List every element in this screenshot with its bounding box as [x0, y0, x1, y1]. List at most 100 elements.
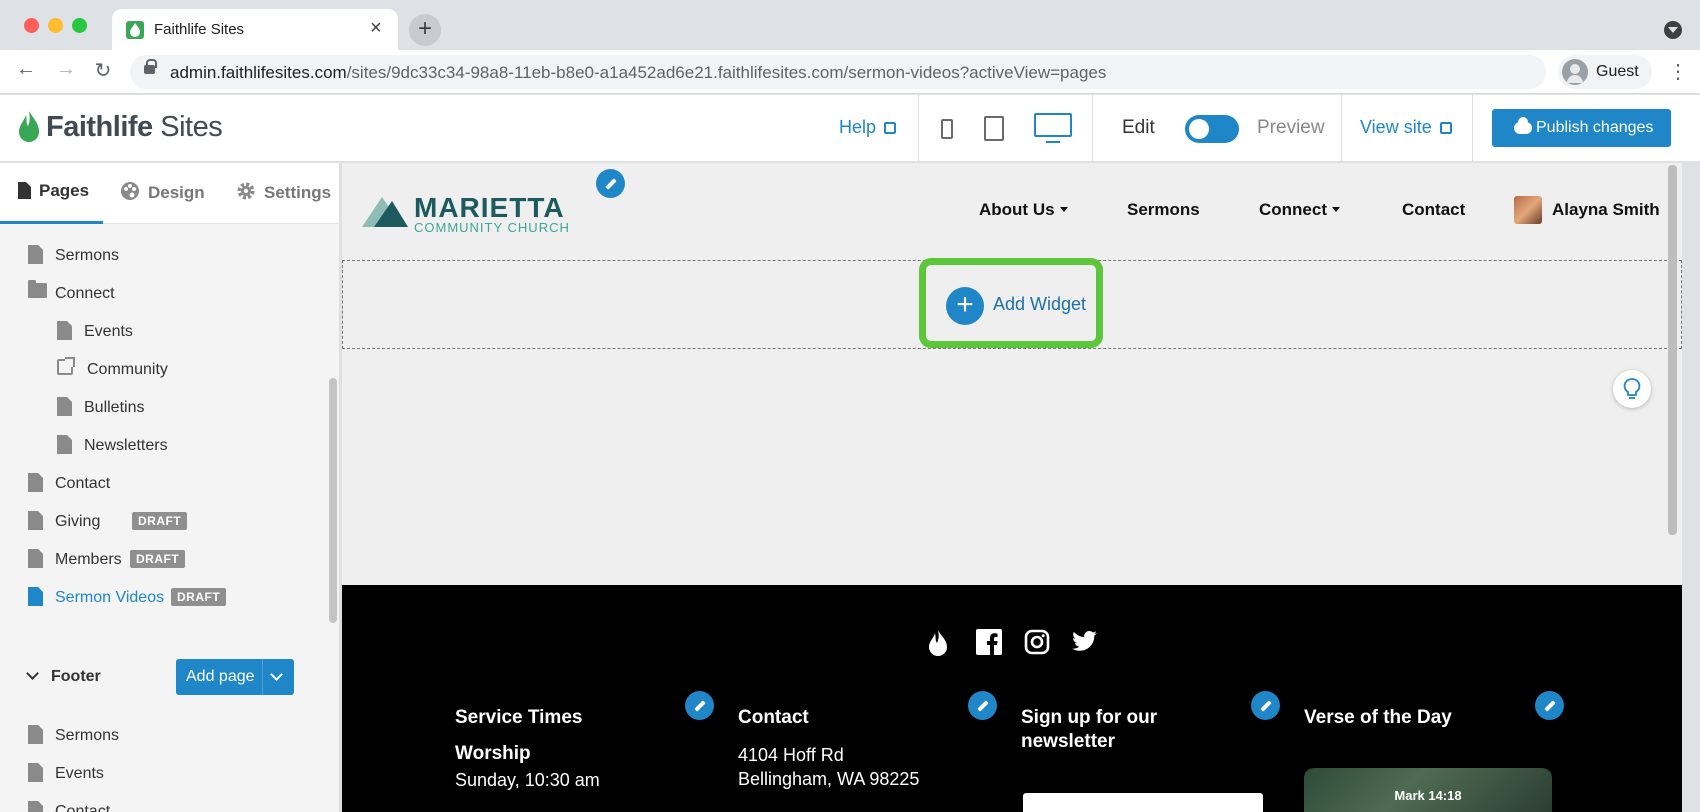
verse-reference: Mark 14:18	[1394, 788, 1462, 803]
newsletter-email-input[interactable]	[1023, 793, 1263, 812]
page-item-label: Contact	[55, 803, 111, 812]
app-header: Faithlife Sites Help Edit Preview View s…	[0, 95, 1700, 162]
page-item-sermon-videos[interactable]: Sermon Videos DRAFT	[28, 585, 258, 611]
external-link-icon	[57, 357, 75, 375]
minimize-window-button[interactable]	[48, 18, 63, 33]
desktop-preview-icon[interactable]	[1034, 113, 1072, 143]
help-link[interactable]: Help	[839, 117, 897, 138]
logo-light-text: Sites	[152, 111, 223, 143]
nav-item-sermons[interactable]: Sermons	[1127, 200, 1200, 220]
faithlife-logo-icon	[19, 111, 39, 142]
tab-pages[interactable]: Pages	[18, 181, 89, 201]
page-item-label: Events	[55, 765, 104, 782]
instagram-icon[interactable]	[1024, 629, 1050, 655]
edit-header-pencil-icon[interactable]	[596, 169, 625, 198]
tab-design[interactable]: Design	[120, 181, 205, 203]
url-host: admin.faithlifesites.com	[170, 63, 347, 82]
view-site-link[interactable]: View site	[1360, 117, 1452, 138]
page-item-label: Sermons	[55, 247, 120, 264]
add-page-label: Add page	[186, 668, 255, 685]
new-tab-button[interactable]: +	[409, 14, 441, 46]
view-site-label: View site	[1360, 117, 1432, 137]
page-icon	[18, 182, 31, 199]
toggle-knob	[1189, 119, 1209, 139]
pages-sidebar: Pages Design Settings Sermons Connect Ev…	[0, 163, 340, 812]
browser-tabbar: Faithlife Sites × +	[0, 0, 1700, 50]
add-page-divider	[262, 659, 263, 695]
faithlife-sites-logo[interactable]: Faithlife Sites	[46, 111, 223, 144]
edit-preview-toggle[interactable]	[1185, 115, 1239, 143]
chevron-down-icon	[26, 667, 39, 680]
browser-menu-icon[interactable]: ⋮	[1668, 60, 1688, 84]
twitter-icon[interactable]	[1072, 629, 1098, 653]
add-widget-button[interactable]: + Add Widget	[919, 258, 1103, 348]
church-subtitle: COMMUNITY CHURCH	[414, 220, 570, 235]
forward-arrow-icon[interactable]: →	[52, 58, 80, 81]
tab-settings-label: Settings	[264, 183, 332, 202]
verse-image-card[interactable]: Mark 14:18	[1304, 768, 1552, 812]
user-avatar[interactable]	[1514, 196, 1542, 224]
back-arrow-icon[interactable]: ←	[12, 58, 40, 81]
newsletter-title-line1: Sign up for our	[1021, 707, 1158, 728]
browser-toolbar: ← → ↻ admin.faithlifesites.com/sites/9dc…	[0, 50, 1700, 94]
gear-icon	[237, 182, 255, 200]
draft-badge: DRAFT	[130, 550, 186, 568]
caret-down-icon	[1059, 207, 1068, 212]
nav-item-connect[interactable]: Connect	[1259, 200, 1340, 220]
tab-settings[interactable]: Settings	[236, 181, 331, 203]
tips-lightbulb-button[interactable]	[1613, 370, 1651, 408]
nav-item-about-us[interactable]: About Us	[979, 200, 1068, 220]
page-icon	[57, 435, 72, 454]
plus-icon: +	[946, 287, 984, 325]
edit-mode-label: Edit	[1122, 117, 1155, 138]
page-item-label: Members	[55, 551, 122, 568]
site-header: MARIETTA COMMUNITY CHURCH About Us Sermo…	[342, 163, 1682, 260]
maximize-window-button[interactable]	[72, 18, 87, 33]
tab-search-icon[interactable]	[1664, 21, 1682, 39]
verse-title: Verse of the Day	[1304, 707, 1452, 728]
tab-pages-label: Pages	[39, 181, 90, 200]
edit-newsletter-pencil-icon[interactable]	[1251, 691, 1280, 720]
nav-item-label: About Us	[979, 200, 1055, 219]
publish-changes-button[interactable]: Publish changes	[1492, 109, 1671, 147]
edit-verse-pencil-icon[interactable]	[1535, 691, 1564, 720]
preview-mode-label: Preview	[1257, 117, 1325, 138]
nav-item-label: Contact	[1402, 200, 1466, 219]
tab-title: Faithlife Sites	[154, 21, 245, 38]
contact-title: Contact	[738, 707, 809, 728]
page-item-giving[interactable]: Giving DRAFT	[28, 509, 228, 535]
page-item-label: Contact	[55, 475, 111, 492]
profile-button[interactable]: Guest	[1558, 55, 1652, 89]
url-text[interactable]: admin.faithlifesites.com/sites/9dc33c34-…	[170, 63, 1106, 83]
page-item-label: Newsletters	[84, 437, 168, 454]
user-name[interactable]: Alayna Smith	[1552, 200, 1660, 220]
tablet-preview-icon[interactable]	[984, 116, 1004, 141]
faithlife-icon[interactable]	[927, 629, 949, 657]
publish-label: Publish changes	[1536, 119, 1654, 136]
page-icon	[28, 801, 43, 812]
worship-time: Sunday, 10:30 am	[455, 770, 600, 790]
page-icon	[57, 321, 72, 340]
facebook-icon[interactable]	[976, 629, 1002, 655]
profile-avatar-icon	[1562, 59, 1588, 85]
service-times-title: Service Times	[455, 707, 583, 728]
sidebar-scrollbar[interactable]	[329, 378, 337, 623]
address-bar[interactable]: admin.faithlifesites.com/sites/9dc33c34-…	[130, 55, 1546, 89]
lock-icon	[144, 59, 157, 74]
add-page-button[interactable]: Add page	[176, 659, 294, 695]
footer-section-toggle[interactable]: Footer	[26, 667, 101, 686]
nav-item-contact[interactable]: Contact	[1402, 200, 1465, 220]
canvas-scrollbar[interactable]	[1668, 165, 1677, 535]
close-window-button[interactable]	[24, 18, 39, 33]
chevron-down-icon[interactable]	[270, 668, 283, 681]
phone-preview-icon[interactable]	[941, 119, 953, 139]
edit-contact-pencil-icon[interactable]	[968, 691, 997, 720]
page-icon	[28, 511, 43, 530]
browser-tab[interactable]: Faithlife Sites ×	[112, 9, 398, 50]
faithlife-favicon-icon	[126, 21, 144, 39]
tab-close-icon[interactable]: ×	[370, 17, 382, 40]
active-tab-indicator	[0, 221, 103, 224]
edit-service-times-pencil-icon[interactable]	[685, 691, 714, 720]
page-item-members[interactable]: Members DRAFT	[28, 547, 228, 573]
reload-icon[interactable]: ↻	[89, 58, 117, 83]
